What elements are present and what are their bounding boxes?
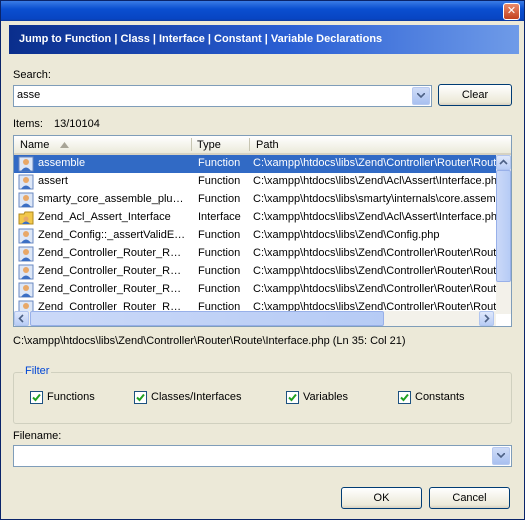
list-row[interactable]: assert Function C:\xampp\htdocs\libs\Zend\… <box>14 173 496 191</box>
row-type: Function <box>198 157 241 169</box>
column-header-path[interactable]: Path <box>256 139 279 151</box>
search-label: Search: <box>13 69 51 81</box>
chevron-right-icon <box>484 314 490 323</box>
chevron-down-icon <box>417 93 425 98</box>
scroll-left-button[interactable] <box>14 311 29 326</box>
column-header-name[interactable]: Name <box>20 139 70 151</box>
row-path: C:\xampp\htdocs\libs\Zend\Controller\Rou… <box>253 247 496 259</box>
checkbox-checked-icon[interactable] <box>134 391 147 404</box>
column-header-type[interactable]: Type <box>197 139 221 151</box>
cancel-button[interactable]: Cancel <box>429 487 510 509</box>
dialog-header-text: Jump to Function | Class | Interface | C… <box>19 33 383 45</box>
list-row[interactable]: Zend_Acl_Assert_Interface Interface C:\xam… <box>14 209 496 227</box>
search-input[interactable]: asse <box>13 85 432 107</box>
search-input-value: asse <box>17 89 41 101</box>
list-row[interactable]: assemble Function C:\xampp\htdocs\libs\Zen… <box>14 155 496 173</box>
row-name: Zend_Controller_Router_R… <box>38 265 182 277</box>
chevron-up-icon <box>499 159 508 165</box>
checkbox-checked-icon[interactable] <box>30 391 43 404</box>
checkbox-checked-icon[interactable] <box>398 391 411 404</box>
row-name: assemble <box>38 157 86 169</box>
row-path: C:\xampp\htdocs\libs\Zend\Controller\Rou… <box>253 157 496 169</box>
horizontal-scrollbar[interactable] <box>14 311 496 326</box>
scroll-up-button[interactable] <box>496 155 511 170</box>
vertical-scrollbar[interactable] <box>496 155 511 314</box>
checkbox-checked-icon[interactable] <box>286 391 299 404</box>
row-name: assert <box>38 175 68 187</box>
horizontal-scroll-thumb[interactable] <box>30 311 384 326</box>
row-type: Function <box>198 175 241 187</box>
row-name: smarty_core_assemble_plu… <box>38 193 184 205</box>
row-path: C:\xampp\htdocs\libs\Zend\Acl\Assert\Int… <box>253 175 496 187</box>
scroll-right-button[interactable] <box>479 311 494 326</box>
row-path: C:\xampp\htdocs\libs\Zend\Acl\Assert\Int… <box>253 211 496 223</box>
function-icon <box>18 264 34 280</box>
row-path: C:\xampp\htdocs\libs\Zend\Controller\Rou… <box>253 283 496 295</box>
list-row[interactable]: smarty_core_assemble_plu… Function C:\xamp… <box>14 191 496 209</box>
declarations-list[interactable]: Name Type Path assemble Function C:\xampp\… <box>13 135 512 327</box>
list-row[interactable]: Zend_Config::_assertValidE… Function C:\xa… <box>14 227 496 245</box>
filter-checkbox-label: Constants <box>415 391 465 403</box>
sort-ascending-icon <box>60 142 70 148</box>
list-row[interactable]: Zend_Controller_Router_R… Function C:\xamp… <box>14 263 496 281</box>
list-header: Name Type Path <box>14 136 511 155</box>
dialog-header: Jump to Function | Class | Interface | C… <box>9 25 519 54</box>
search-dropdown-button[interactable] <box>412 87 430 105</box>
title-bar[interactable]: ✕ <box>1 1 524 21</box>
row-type: Interface <box>198 211 241 223</box>
interface-icon <box>18 210 34 226</box>
filter-checkbox-label: Classes/Interfaces <box>151 391 242 403</box>
function-icon <box>18 246 34 262</box>
chevron-left-icon <box>18 314 24 323</box>
clear-button[interactable]: Clear <box>438 84 512 106</box>
row-type: Function <box>198 265 241 277</box>
row-name: Zend_Config::_assertValidE… <box>38 229 186 241</box>
close-button[interactable]: ✕ <box>503 3 520 20</box>
row-name: Zend_Acl_Assert_Interface <box>38 211 171 223</box>
vertical-scroll-thumb[interactable] <box>496 170 511 282</box>
function-icon <box>18 174 34 190</box>
row-type: Function <box>198 283 241 295</box>
jump-to-declaration-dialog: ✕ Jump to Function | Class | Interface |… <box>0 0 525 520</box>
filename-dropdown-button[interactable] <box>492 447 510 465</box>
function-icon <box>18 192 34 208</box>
function-icon <box>18 228 34 244</box>
filter-checkbox-label: Functions <box>47 391 95 403</box>
row-path: C:\xampp\htdocs\libs\Zend\Config.php <box>253 229 440 241</box>
list-row[interactable]: Zend_Controller_Router_R… Function C:\xamp… <box>14 281 496 299</box>
filter-checkbox-label: Variables <box>303 391 349 403</box>
row-path: C:\xampp\htdocs\libs\smarty\internals\co… <box>253 193 496 205</box>
row-type: Function <box>198 193 241 205</box>
row-type: Function <box>198 247 241 259</box>
filename-label: Filename: <box>13 430 62 442</box>
row-path: C:\xampp\htdocs\libs\Zend\Controller\Rou… <box>253 265 496 277</box>
column-header-name-label: Name <box>20 139 50 151</box>
chevron-down-icon <box>497 453 505 458</box>
list-row[interactable]: Zend_Controller_Router_R… Function C:\xamp… <box>14 245 496 263</box>
function-icon <box>18 156 34 172</box>
selected-path-status: C:\xampp\htdocs\libs\Zend\Controller\Rou… <box>13 335 406 347</box>
ok-button[interactable]: OK <box>341 487 422 509</box>
row-name: Zend_Controller_Router_R… <box>38 247 182 259</box>
close-icon: ✕ <box>506 4 517 17</box>
row-type: Function <box>198 229 241 241</box>
filter-group-title: Filter <box>23 365 52 377</box>
row-name: Zend_Controller_Router_R… <box>38 283 182 295</box>
items-count: 13/10104 <box>54 118 100 130</box>
items-label: Items: <box>13 118 43 130</box>
filename-input[interactable] <box>13 445 512 467</box>
function-icon <box>18 282 34 298</box>
